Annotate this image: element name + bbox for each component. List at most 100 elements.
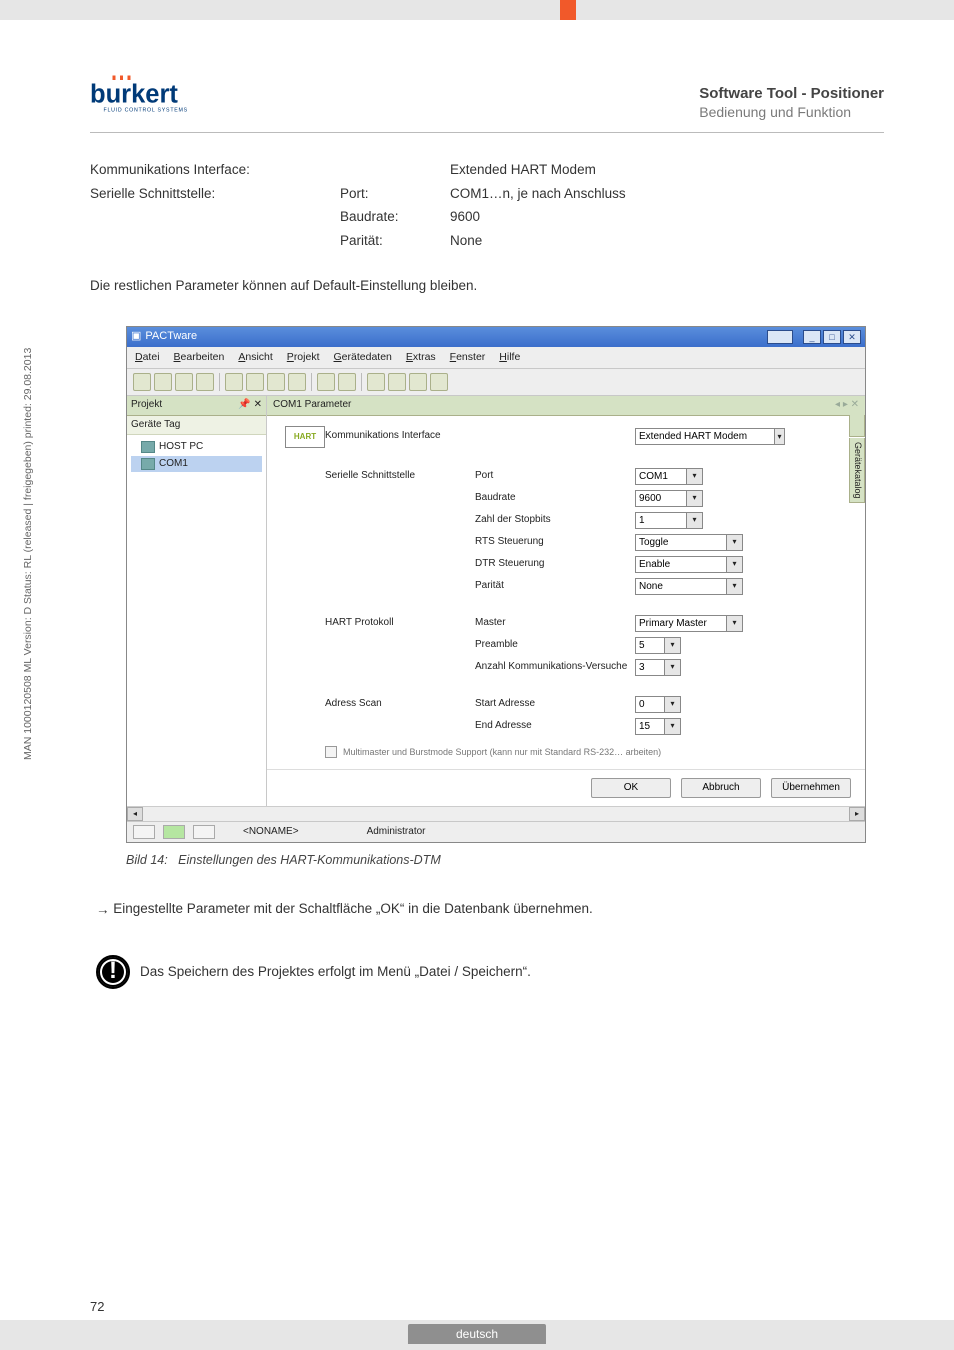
label-end: End Adresse	[475, 719, 635, 734]
field-parity[interactable]: ▾	[635, 578, 785, 595]
abbruch-button[interactable]: Abbruch	[681, 778, 761, 798]
catalog-toggle-icon[interactable]	[849, 415, 865, 437]
toolbar-button[interactable]	[409, 373, 427, 391]
toolbar-button[interactable]	[317, 373, 335, 391]
accent-mark	[560, 0, 576, 20]
toolbar-button[interactable]	[367, 373, 385, 391]
status-indicator-icon	[133, 825, 155, 839]
port-icon	[141, 458, 155, 470]
menu-ansicht[interactable]: Ansicht	[238, 350, 272, 365]
toolbar-button[interactable]	[288, 373, 306, 391]
toolbar-button[interactable]	[338, 373, 356, 391]
close-button[interactable]: ✕	[843, 330, 861, 344]
chevron-down-icon[interactable]: ▾	[727, 578, 743, 595]
chevron-down-icon[interactable]: ▾	[727, 556, 743, 573]
field-rts[interactable]: ▾	[635, 534, 785, 551]
main-tab-title[interactable]: COM1 Parameter	[273, 398, 351, 413]
step-text: Eingestellte Parameter mit der Schaltflä…	[113, 901, 593, 916]
tree-pin-icon[interactable]: 📌 ✕	[238, 398, 262, 413]
field-baud[interactable]: ▾	[635, 490, 785, 507]
hart-icon: HART	[285, 426, 325, 448]
toolbar-button[interactable]	[388, 373, 406, 391]
field-port[interactable]: ▾	[635, 468, 785, 485]
group-serial: Serielle Schnittstelle	[325, 469, 475, 484]
toolbar-button[interactable]	[246, 373, 264, 391]
doc-subtitle: Bedienung und Funktion	[699, 104, 884, 120]
toolbar-button[interactable]	[267, 373, 285, 391]
multimaster-checkbox-row[interactable]: Multimaster und Burstmode Support (kann …	[325, 746, 785, 759]
label-preamble: Preamble	[475, 638, 635, 653]
chevron-down-icon[interactable]: ▾	[665, 659, 681, 676]
chevron-down-icon[interactable]: ▾	[775, 428, 785, 445]
menu-projekt[interactable]: Projekt	[287, 350, 320, 365]
title-bar[interactable]: ▣PACTware _ □ ✕	[127, 327, 865, 347]
toolbar-button[interactable]	[225, 373, 243, 391]
intro-par-label: Parität:	[340, 231, 450, 251]
brand-logo: burkert FLUID CONTROL SYSTEMS	[90, 70, 240, 120]
doc-title: Software Tool - Positioner	[699, 85, 884, 102]
chevron-down-icon[interactable]: ▾	[665, 718, 681, 735]
menu-datei[interactable]: Datei	[135, 350, 160, 365]
toolbar-button[interactable]	[430, 373, 448, 391]
intro-note: Die restlichen Parameter können auf Defa…	[90, 276, 884, 296]
label-dtr: DTR Steuerung	[475, 557, 635, 572]
field-end[interactable]: ▾	[635, 718, 785, 735]
top-bar	[0, 0, 954, 20]
scroll-left-icon[interactable]: ◂	[127, 807, 143, 821]
group-kommiface: Kommunikations Interface	[325, 429, 475, 444]
intro-port-label: Port:	[340, 184, 450, 204]
brand-subtitle: FLUID CONTROL SYSTEMS	[104, 108, 188, 114]
ok-button[interactable]: OK	[591, 778, 671, 798]
printer-icon[interactable]	[767, 330, 793, 344]
field-interface[interactable]: ▾	[635, 428, 785, 445]
tree-item-com1[interactable]: COM1	[131, 456, 262, 473]
toolbar-button[interactable]	[175, 373, 193, 391]
tree-subheader: Geräte Tag	[127, 416, 266, 436]
chevron-down-icon[interactable]: ▾	[727, 615, 743, 632]
toolbar	[127, 369, 865, 396]
warning-icon: !	[96, 955, 130, 989]
toolbar-button[interactable]	[154, 373, 172, 391]
toolbar-button[interactable]	[196, 373, 214, 391]
note-box: ! Das Speichern des Projektes erfolgt im…	[96, 955, 884, 989]
header-right: Software Tool - Positioner Bedienung und…	[699, 85, 884, 120]
scroll-right-icon[interactable]: ▸	[849, 807, 865, 821]
menu-bearbeiten[interactable]: Bearbeiten	[174, 350, 225, 365]
arrow-icon: →	[96, 900, 110, 920]
field-preamble[interactable]: ▾	[635, 637, 785, 654]
chevron-down-icon[interactable]: ▾	[687, 490, 703, 507]
label-port: Port	[475, 469, 635, 484]
menu-extras[interactable]: Extras	[406, 350, 436, 365]
chevron-down-icon[interactable]: ▾	[665, 637, 681, 654]
chevron-down-icon[interactable]: ▾	[665, 696, 681, 713]
status-noname: <NONAME>	[243, 825, 299, 840]
menu-hilfe[interactable]: Hilfe	[499, 350, 520, 365]
chevron-down-icon[interactable]: ▾	[687, 512, 703, 529]
side-metadata: MAN 1000120508 ML Version: D Status: RL …	[22, 348, 34, 760]
toolbar-button[interactable]	[133, 373, 151, 391]
menu-fenster[interactable]: Fenster	[450, 350, 486, 365]
intro-params: Kommunikations Interface: Extended HART …	[90, 160, 884, 250]
checkbox-icon[interactable]	[325, 746, 337, 758]
intro-baud-value: 9600	[450, 207, 884, 227]
footer-language: deutsch	[408, 1324, 546, 1344]
intro-iface-label: Kommunikations Interface:	[90, 160, 340, 180]
group-hart: HART Protokoll	[325, 616, 475, 631]
main-panel: COM1 Parameter ◂ ▸ ✕ Gerätekatalog HART K…	[267, 396, 865, 806]
field-dtr[interactable]: ▾	[635, 556, 785, 573]
menu-geraetedaten[interactable]: Gerätedaten	[334, 350, 392, 365]
field-master[interactable]: ▾	[635, 615, 785, 632]
tree-item-hostpc[interactable]: HOST PC	[131, 439, 262, 456]
field-stop[interactable]: ▾	[635, 512, 785, 529]
intro-iface-value: Extended HART Modem	[450, 160, 884, 180]
tab-nav-icons[interactable]: ◂ ▸ ✕	[835, 398, 859, 413]
chevron-down-icon[interactable]: ▾	[727, 534, 743, 551]
chevron-down-icon[interactable]: ▾	[687, 468, 703, 485]
minimize-button[interactable]: _	[803, 330, 821, 344]
field-start[interactable]: ▾	[635, 696, 785, 713]
catalog-tab[interactable]: Gerätekatalog	[849, 438, 865, 504]
horizontal-scrollbar[interactable]: ◂ ▸	[127, 806, 865, 821]
maximize-button[interactable]: □	[823, 330, 841, 344]
uebernehmen-button[interactable]: Übernehmen	[771, 778, 851, 798]
field-retries[interactable]: ▾	[635, 659, 785, 676]
